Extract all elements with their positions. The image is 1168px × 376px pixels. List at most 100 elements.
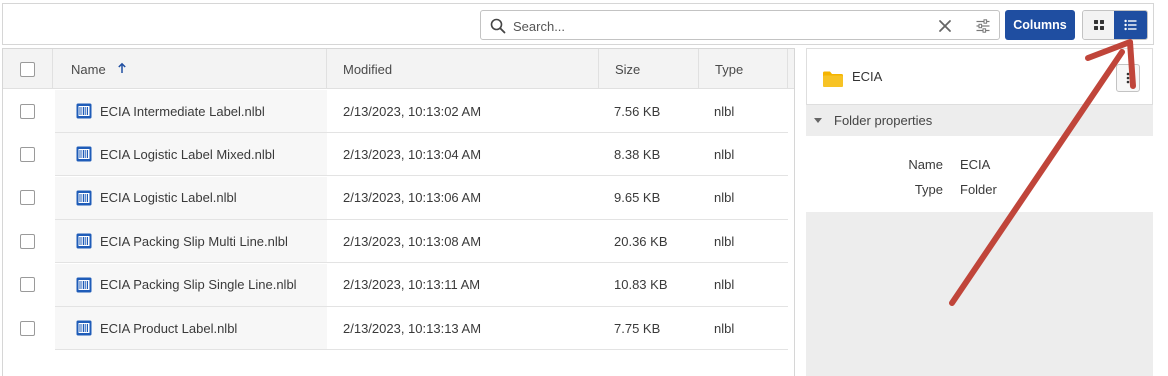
- file-size: 7.56 KB: [614, 103, 661, 119]
- row-divider: [55, 349, 788, 350]
- type-cell: nlbl: [714, 220, 734, 262]
- arrow-up-icon: [117, 62, 126, 73]
- close-icon[interactable]: [937, 18, 953, 34]
- row-checkbox[interactable]: [20, 103, 35, 119]
- modified-date: 2/13/2023, 10:13:02 AM: [343, 103, 482, 119]
- file-name: ECIA Intermediate Label.nlbl: [100, 103, 265, 119]
- row-checkbox[interactable]: [20, 146, 35, 162]
- file-name-cell[interactable]: ECIA Packing Slip Multi Line.nlbl: [76, 220, 288, 262]
- table-row[interactable]: ECIA Logistic Label Mixed.nlbl 2/13/2023…: [3, 133, 788, 177]
- row-select-cell: [20, 220, 35, 262]
- file-name-cell[interactable]: ECIA Logistic Label.nlbl: [76, 177, 237, 219]
- details-folder-name: ECIA: [852, 69, 883, 84]
- file-size: 8.38 KB: [614, 146, 661, 162]
- table-row[interactable]: ECIA Product Label.nlbl 2/13/2023, 10:13…: [3, 307, 788, 350]
- modified-cell: 2/13/2023, 10:13:04 AM: [343, 133, 481, 175]
- file-type: nlbl: [714, 146, 735, 162]
- type-cell: nlbl: [714, 133, 734, 175]
- property-label: Name: [908, 157, 943, 172]
- type-cell: nlbl: [714, 264, 734, 306]
- file-name-cell[interactable]: ECIA Logistic Label Mixed.nlbl: [76, 133, 275, 175]
- column-header-name[interactable]: Name: [55, 49, 327, 89]
- row-select-cell: [20, 133, 35, 175]
- file-size: 9.65 KB: [614, 190, 661, 206]
- modified-date: 2/13/2023, 10:13:04 AM: [343, 146, 482, 162]
- grid-view-icon: [1093, 20, 1104, 30]
- row-select-cell: [20, 177, 35, 219]
- view-toggle: [1082, 10, 1148, 40]
- file-name: ECIA Packing Slip Single Line.nlbl: [100, 277, 297, 293]
- more-options-button[interactable]: [1116, 64, 1140, 92]
- file-table: Name Modified Size Type ECIA Intermediat…: [2, 48, 795, 376]
- property-label: Type: [914, 182, 943, 197]
- table-header: Name Modified Size Type: [3, 49, 794, 89]
- modified-cell: 2/13/2023, 10:13:08 AM: [343, 220, 481, 262]
- column-header-modified-label: Modified: [343, 61, 393, 77]
- row-checkbox[interactable]: [20, 277, 35, 293]
- column-header-size[interactable]: Size: [599, 49, 699, 89]
- column-header-type[interactable]: Type: [699, 49, 788, 89]
- modified-date: 2/13/2023, 10:13:13 AM: [343, 320, 482, 336]
- file-name-cell[interactable]: ECIA Intermediate Label.nlbl: [76, 90, 265, 132]
- type-cell: nlbl: [714, 177, 734, 219]
- details-panel: ECIA Folder properties Name ECIA Type Fo…: [806, 48, 1153, 376]
- grid-view-button[interactable]: [1083, 11, 1115, 39]
- row-checkbox[interactable]: [20, 320, 35, 336]
- file-type: nlbl: [714, 320, 735, 336]
- size-cell: 10.83 KB: [614, 264, 668, 306]
- file-type: nlbl: [714, 233, 735, 249]
- search-input[interactable]: [513, 16, 923, 36]
- type-cell: nlbl: [714, 307, 734, 349]
- table-row[interactable]: ECIA Packing Slip Single Line.nlbl 2/13/…: [3, 263, 788, 307]
- size-cell: 8.38 KB: [614, 133, 660, 175]
- folder-properties: Name ECIA Type Folder: [806, 136, 1153, 212]
- modified-cell: 2/13/2023, 10:13:11 AM: [343, 264, 480, 306]
- search-icon: [490, 18, 506, 34]
- file-size: 10.83 KB: [614, 277, 668, 293]
- caret-down-icon: [814, 117, 822, 123]
- modified-date: 2/13/2023, 10:13:08 AM: [343, 233, 482, 249]
- section-title: Folder properties: [834, 112, 933, 128]
- file-name: ECIA Logistic Label Mixed.nlbl: [100, 146, 275, 162]
- property-value: ECIA: [960, 157, 991, 172]
- row-select-cell: [20, 307, 35, 349]
- folder-properties-toggle[interactable]: Folder properties: [806, 105, 1153, 135]
- modified-cell: 2/13/2023, 10:13:02 AM: [343, 90, 481, 132]
- size-cell: 7.75 KB: [614, 307, 660, 349]
- size-cell: 7.56 KB: [614, 90, 660, 132]
- column-header-modified[interactable]: Modified: [327, 49, 599, 89]
- barcode-label-file-icon: [76, 103, 92, 119]
- property-value: Folder: [960, 182, 997, 197]
- barcode-label-file-icon: [76, 277, 92, 293]
- row-checkbox[interactable]: [20, 190, 35, 206]
- column-header-size-label: Size: [615, 61, 641, 77]
- file-name-cell[interactable]: ECIA Product Label.nlbl: [76, 307, 237, 349]
- toolbar: Columns: [2, 3, 1154, 45]
- details-header: ECIA: [806, 48, 1153, 105]
- table-row[interactable]: ECIA Intermediate Label.nlbl 2/13/2023, …: [3, 90, 788, 133]
- row-select-cell: [20, 264, 35, 306]
- search-box[interactable]: [480, 10, 1000, 40]
- modified-cell: 2/13/2023, 10:13:13 AM: [343, 307, 481, 349]
- size-cell: 20.36 KB: [614, 220, 668, 262]
- row-select-cell: [20, 90, 35, 132]
- select-all-cell: [3, 49, 53, 89]
- type-cell: nlbl: [714, 90, 734, 132]
- filter-sliders-icon[interactable]: [975, 18, 991, 34]
- file-size: 20.36 KB: [614, 233, 668, 249]
- folder-icon: [823, 71, 843, 87]
- file-name-cell[interactable]: ECIA Packing Slip Single Line.nlbl: [76, 264, 297, 306]
- file-type: nlbl: [714, 190, 735, 206]
- barcode-label-file-icon: [76, 320, 92, 336]
- file-name: ECIA Logistic Label.nlbl: [100, 190, 237, 206]
- row-checkbox[interactable]: [20, 233, 35, 249]
- column-header-type-label: Type: [715, 61, 744, 77]
- file-name: ECIA Packing Slip Multi Line.nlbl: [100, 233, 288, 249]
- select-all-checkbox[interactable]: [20, 61, 35, 77]
- barcode-label-file-icon: [76, 146, 92, 162]
- list-view-button[interactable]: [1114, 11, 1147, 39]
- columns-button[interactable]: Columns: [1005, 10, 1075, 40]
- table-row[interactable]: ECIA Logistic Label.nlbl 2/13/2023, 10:1…: [3, 176, 788, 220]
- list-view-icon: [1124, 19, 1137, 31]
- table-row[interactable]: ECIA Packing Slip Multi Line.nlbl 2/13/2…: [3, 220, 788, 264]
